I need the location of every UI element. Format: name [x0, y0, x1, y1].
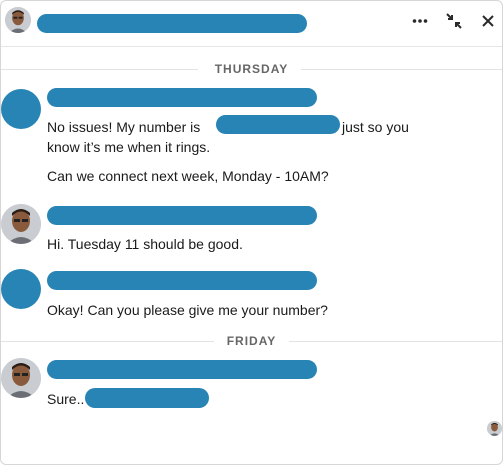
- chat-header: [1, 1, 502, 47]
- message-text: know it’s me when it rings.: [47, 139, 211, 155]
- minimize-button[interactable]: [441, 10, 467, 32]
- sender-name-redacted[interactable]: [47, 271, 317, 290]
- avatar-redacted[interactable]: [1, 89, 41, 129]
- avatar-redacted[interactable]: [1, 269, 41, 309]
- more-options-button[interactable]: [407, 10, 433, 32]
- message-text: Hi. Tuesday 11 should be good.: [47, 236, 243, 252]
- date-label: THURSDAY: [214, 62, 289, 76]
- contact-name-redacted[interactable]: [37, 14, 307, 33]
- message-text: Sure..: [47, 391, 85, 407]
- message-text: Can we connect next week, Monday - 10AM?: [47, 168, 329, 184]
- message-redacted: [85, 388, 209, 408]
- person-icon: [1, 204, 41, 244]
- minimize-icon: [446, 13, 462, 29]
- user-avatar[interactable]: [1, 204, 41, 244]
- phone-number-redacted: [216, 115, 340, 134]
- date-divider-friday: FRIDAY: [1, 334, 502, 348]
- contact-avatar[interactable]: [5, 7, 31, 33]
- user-avatar[interactable]: [1, 358, 41, 398]
- person-icon: [5, 7, 31, 33]
- message-text: No issues! My number is: [47, 119, 201, 135]
- sender-name-redacted[interactable]: [47, 88, 317, 107]
- sender-name-redacted[interactable]: [47, 360, 317, 379]
- person-icon: [487, 421, 502, 436]
- chat-window: THURSDAY No issues! My number is just so…: [0, 0, 503, 465]
- date-divider-thursday: THURSDAY: [1, 62, 502, 76]
- sender-name-redacted[interactable]: [47, 206, 317, 225]
- person-icon: [1, 358, 41, 398]
- read-receipt-avatar: [487, 421, 502, 436]
- close-button[interactable]: [475, 10, 501, 32]
- message-text: Okay! Can you please give me your number…: [47, 302, 328, 318]
- more-icon: [412, 19, 428, 23]
- date-label: FRIDAY: [226, 334, 277, 348]
- close-icon: [482, 15, 494, 27]
- message-text: just so you: [342, 119, 409, 135]
